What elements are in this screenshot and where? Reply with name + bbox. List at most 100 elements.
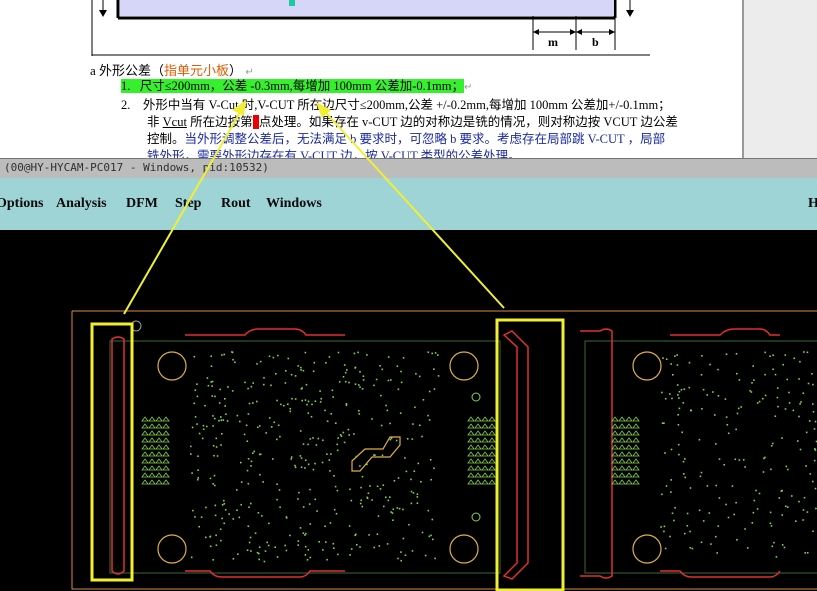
- pad: [202, 424, 205, 427]
- pad: [689, 530, 691, 533]
- pad: [219, 528, 222, 531]
- pad: [336, 443, 338, 446]
- pad: [781, 544, 784, 546]
- pad: [307, 400, 310, 403]
- pad-triangle: [481, 458, 489, 464]
- pad: [221, 433, 223, 435]
- pad: [677, 424, 680, 426]
- pad: [202, 428, 205, 431]
- pad-triangle: [632, 423, 640, 429]
- pad: [701, 408, 703, 410]
- pad: [212, 445, 215, 447]
- pad: [349, 554, 351, 556]
- pad-triangle: [625, 472, 633, 478]
- menu-step[interactable]: Step: [175, 196, 201, 212]
- pad: [337, 437, 339, 439]
- pad: [416, 493, 419, 495]
- pad: [420, 481, 422, 483]
- pad: [408, 523, 410, 526]
- pad: [334, 485, 337, 488]
- pad: [212, 483, 214, 485]
- return-mark-icon: ↵: [463, 82, 473, 93]
- pad: [247, 387, 249, 390]
- pad: [298, 491, 300, 494]
- pad: [417, 462, 420, 465]
- pad: [736, 539, 738, 541]
- pad: [328, 459, 331, 461]
- pad: [434, 557, 436, 560]
- pad: [434, 352, 437, 354]
- rout-bottom-right: [660, 570, 781, 578]
- pad: [672, 374, 674, 376]
- pad: [304, 351, 307, 354]
- pad-triangle: [625, 451, 633, 457]
- menu-analysis[interactable]: Analysis: [56, 196, 107, 212]
- pad: [660, 526, 662, 528]
- pad: [247, 413, 250, 415]
- pad: [402, 357, 405, 359]
- pad: [190, 453, 192, 455]
- pad: [402, 537, 405, 540]
- pad: [424, 554, 427, 557]
- pad: [784, 354, 787, 356]
- pad: [682, 402, 685, 404]
- pad: [731, 485, 734, 487]
- pad: [340, 435, 343, 437]
- pad: [314, 498, 316, 501]
- pad: [212, 425, 214, 427]
- pad: [806, 351, 809, 354]
- pad: [307, 412, 310, 414]
- pad: [376, 533, 379, 535]
- pad: [214, 417, 216, 420]
- pad: [756, 402, 759, 404]
- window-titlebar[interactable]: (00@HY-HYCAM-PC017 - Windows, pid:10532): [0, 158, 817, 178]
- menu-windows[interactable]: Windows: [266, 196, 322, 212]
- pad: [812, 480, 814, 483]
- pad: [322, 439, 324, 442]
- pad-triangle: [467, 479, 475, 485]
- pad: [758, 400, 761, 403]
- pad: [807, 382, 810, 385]
- pad: [803, 496, 806, 499]
- pad-triangle: [155, 423, 163, 429]
- pad: [752, 511, 755, 514]
- pad: [214, 504, 217, 507]
- pad-triangle: [467, 430, 475, 436]
- pad: [332, 396, 334, 398]
- pad: [686, 512, 689, 515]
- pad-triangle: [488, 458, 496, 464]
- pad: [413, 470, 416, 472]
- pad-triangle: [488, 472, 496, 478]
- pad: [399, 412, 402, 414]
- pad: [272, 458, 274, 460]
- menu-rout[interactable]: Rout: [221, 196, 251, 212]
- menu-dfm[interactable]: DFM: [126, 196, 158, 212]
- pad: [196, 383, 198, 385]
- menu-options[interactable]: Options: [0, 196, 43, 212]
- pad: [751, 522, 754, 524]
- menu-help[interactable]: H: [808, 196, 817, 212]
- pad-triangle: [481, 444, 489, 450]
- heading-emphasis: 指单元小板: [164, 63, 230, 78]
- pad: [366, 496, 369, 499]
- pad-triangle: [488, 444, 496, 450]
- pad: [665, 485, 668, 487]
- cam-graphics-canvas[interactable]: [0, 100, 817, 591]
- pad-triangle: [474, 479, 482, 485]
- pad-triangle: [162, 479, 170, 485]
- pad: [367, 492, 370, 495]
- pad: [360, 499, 362, 502]
- pad: [353, 433, 355, 435]
- pad: [803, 351, 805, 353]
- pad: [781, 437, 783, 439]
- pad: [343, 441, 346, 444]
- pad: [683, 473, 685, 475]
- pad: [331, 389, 334, 392]
- pad: [248, 402, 251, 405]
- pad: [677, 394, 679, 396]
- pad: [689, 547, 692, 549]
- pad: [661, 493, 663, 496]
- pad: [769, 511, 772, 514]
- list-item-1-gap: [130, 79, 140, 93]
- list-item-1: 1. 尺寸≤200mm，公差 -0.3mm,每增加 100mm 公差加-0.1m…: [121, 78, 472, 96]
